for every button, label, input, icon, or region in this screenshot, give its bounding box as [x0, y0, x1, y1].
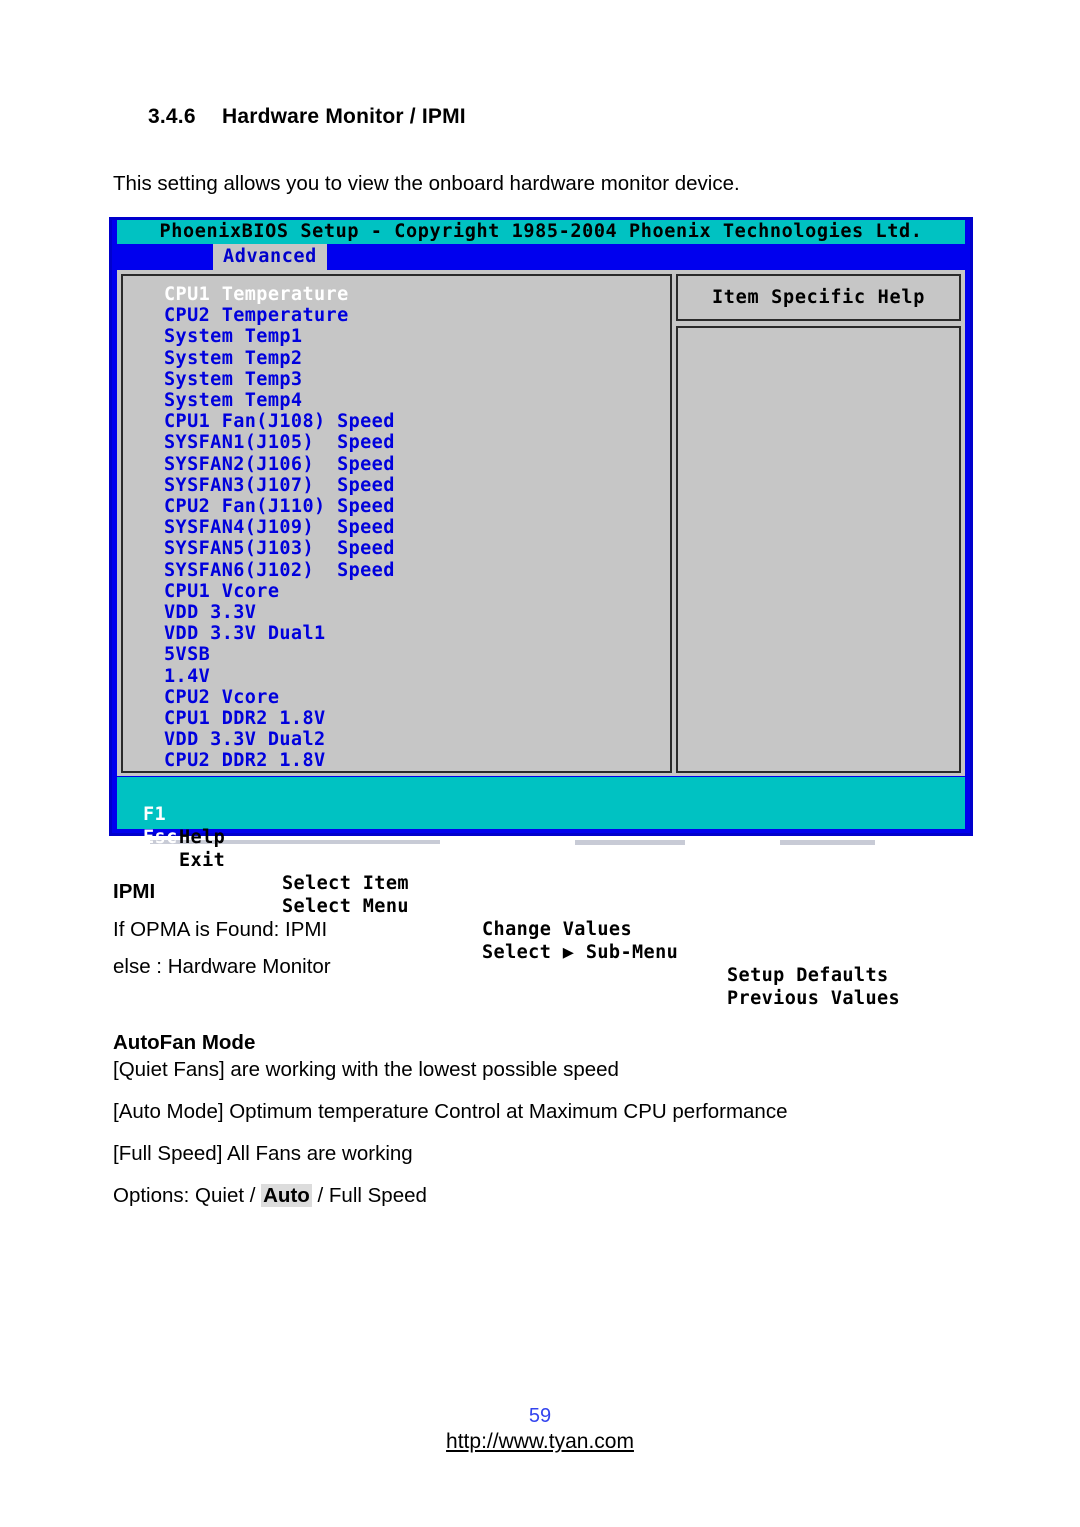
intro-paragraph: This setting allows you to view the onbo… — [113, 172, 740, 195]
bios-list-item[interactable]: CPU2 Fan(J110) Speed — [164, 496, 670, 517]
bios-list-item[interactable]: System Temp2 — [164, 348, 670, 369]
page-number: 59 — [528, 1405, 552, 1427]
page-title: 3.4.6 Hardware Monitor / IPMI — [148, 105, 466, 129]
key-enter-desc: Select ▶ Sub-Menu — [482, 942, 679, 963]
key-f9: F9 — [683, 942, 707, 963]
bios-help-header: Item Specific Help — [676, 274, 961, 321]
key-updown-desc: Select Item — [282, 873, 409, 894]
bios-list-item[interactable]: SYSFAN6(J102) Speed — [164, 560, 670, 581]
bios-list-item[interactable]: SYSFAN3(J107) Speed — [164, 475, 670, 496]
scan-artifact — [780, 840, 875, 845]
bios-list-item[interactable]: System Temp3 — [164, 369, 670, 390]
bios-key-help-bar: F1 Help ↑↓ Select Item -/+ Change Values… — [117, 777, 965, 1009]
autofan-heading: AutoFan Mode — [113, 1031, 256, 1054]
bios-list-item[interactable]: CPU2 Temperature — [164, 305, 670, 326]
bios-setup-screenshot: PhoenixBIOS Setup - Copyright 1985-2004 … — [109, 217, 973, 1009]
bios-list-item[interactable]: System Temp1 — [164, 326, 670, 347]
bios-list-item[interactable]: SYSFAN2(J106) Speed — [164, 454, 670, 475]
bios-list-item[interactable]: SYSFAN4(J109) Speed — [164, 517, 670, 538]
key-minusplus-desc: Change Values — [482, 919, 632, 940]
scan-artifact — [575, 840, 685, 845]
key-minusplus: -/+ — [420, 896, 455, 917]
autofan-line-2: [Auto Mode] Optimum temperature Control … — [113, 1100, 788, 1123]
bios-list-item[interactable]: CPU2 DDR2 1.8V — [164, 750, 670, 771]
bios-list-item[interactable]: CPU1 Fan(J108) Speed — [164, 411, 670, 432]
bios-list-item[interactable]: System Temp4 — [164, 390, 670, 411]
bios-list-item[interactable]: SYSFAN5(J103) Speed — [164, 538, 670, 559]
autofan-options-prefix: Options: Quiet / — [113, 1184, 262, 1207]
bios-title-bar: PhoenixBIOS Setup - Copyright 1985-2004 … — [117, 220, 965, 244]
bios-help-body — [676, 326, 961, 773]
autofan-line-3: [Full Speed] All Fans are working — [113, 1142, 413, 1165]
section-title: Hardware Monitor / IPMI — [222, 105, 466, 128]
bios-list-item[interactable]: CPU1 Temperature — [164, 284, 670, 305]
bios-menu-bar: Advanced — [117, 244, 965, 270]
bios-list-item[interactable]: SYSFAN1(J105) Speed — [164, 432, 670, 453]
ipmi-line-1: If OPMA is Found: IPMI — [113, 918, 328, 941]
key-leftright-desc: Select Menu — [282, 896, 409, 917]
bios-list-item[interactable]: VDD 3.3V — [164, 602, 670, 623]
key-f10: F10 — [683, 965, 718, 986]
bios-list-item[interactable]: 1.4V — [164, 666, 670, 687]
key-leftright: ↔ — [247, 873, 259, 894]
autofan-options: Options: Quiet / Auto / Full Speed — [113, 1184, 427, 1208]
bios-list-item[interactable]: VDD 3.3V Dual1 — [164, 623, 670, 644]
bios-content-area: CPU1 Temperature CPU2 Temperature System… — [117, 270, 965, 776]
bios-list-item[interactable]: CPU1 Vcore — [164, 581, 670, 602]
bios-key-row-2: Esc Exit ↔ Select Menu Enter Select ▶ Su… — [117, 803, 965, 1009]
key-f9-desc: Setup Defaults — [727, 965, 889, 986]
autofan-line-1: [Quiet Fans] are working with the lowest… — [113, 1058, 619, 1081]
key-f10-desc: Previous Values — [727, 988, 901, 1009]
bios-help-panel: Item Specific Help — [676, 274, 961, 773]
bios-tab-advanced[interactable]: Advanced — [213, 244, 327, 270]
footer-url: http://www.tyan.com — [446, 1430, 634, 1453]
bios-item-list: CPU1 Temperature CPU2 Temperature System… — [121, 274, 672, 773]
bios-list-item[interactable]: 5VSB — [164, 644, 670, 665]
key-enter: Enter — [420, 919, 478, 940]
bios-key-row-1: F1 Help ↑↓ Select Item -/+ Change Values… — [117, 780, 965, 986]
key-esc: Esc — [143, 827, 178, 848]
autofan-options-selected: Auto — [261, 1184, 312, 1207]
section-number: 3.4.6 — [148, 105, 196, 128]
autofan-options-suffix: / Full Speed — [311, 1184, 427, 1207]
bios-list-item[interactable]: CPU2 Vcore — [164, 687, 670, 708]
key-updown: ↑↓ — [247, 850, 271, 871]
bios-list-item[interactable]: VDD 3.3V Dual2 — [164, 729, 670, 750]
ipmi-heading: IPMI — [113, 880, 156, 903]
ipmi-line-2: else : Hardware Monitor — [113, 955, 331, 978]
key-esc-desc: Exit — [179, 850, 226, 871]
bios-list-item[interactable]: CPU1 DDR2 1.8V — [164, 708, 670, 729]
